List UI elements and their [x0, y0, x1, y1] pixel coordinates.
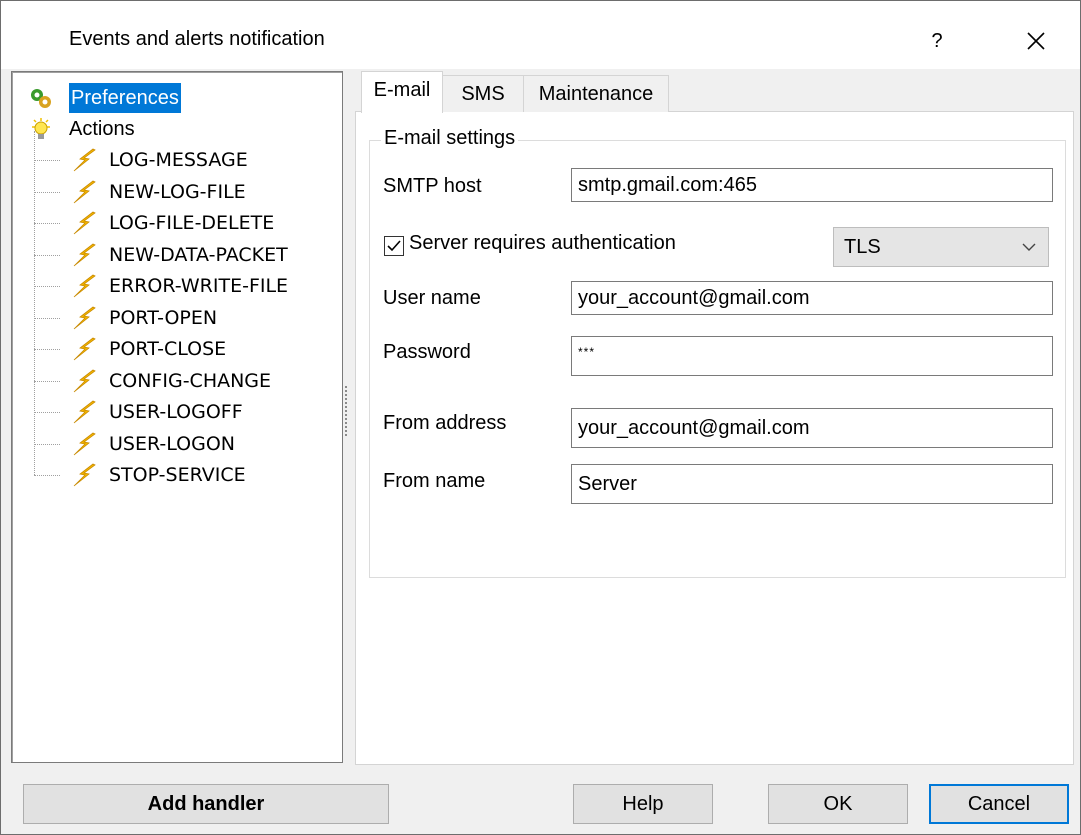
tree-connector-branch: [34, 286, 60, 287]
tree-node-label: USER-LOGOFF: [109, 401, 243, 423]
security-select-value: TLS: [844, 236, 881, 258]
tree-connector-branch: [34, 349, 60, 350]
username-label: User name: [383, 287, 481, 309]
from-name-label: From name: [383, 470, 486, 492]
lightning-bolt-icon: [71, 274, 96, 298]
lightning-bolt-icon: [71, 337, 96, 361]
password-input[interactable]: ***: [571, 336, 1053, 376]
auth-checkbox-label[interactable]: Server requires authentication: [409, 232, 676, 255]
tree-node-label: PORT-CLOSE: [109, 338, 227, 360]
tree-connector-branch: [34, 380, 60, 382]
tree-node-label: LOG-MESSAGE: [109, 149, 248, 171]
tree-connector-branch: [34, 317, 60, 319]
lightning-bolt-icon: [71, 369, 96, 392]
tree-node-label: STOP-SERVICE: [109, 464, 246, 486]
tree-node-label: NEW-DATA-PACKET: [109, 243, 288, 266]
tree-node-label: NEW-LOG-FILE: [109, 180, 246, 203]
tree-node-label: Preferences: [69, 83, 181, 113]
tree-node-label: LOG-FILE-DELETE: [109, 212, 275, 234]
lightning-bolt-icon: [71, 432, 96, 455]
tree-node-label: USER-LOGON: [109, 432, 236, 455]
lightning-bolt-icon: [71, 211, 96, 235]
lightning-bolt-icon: [71, 243, 96, 266]
from-address-input[interactable]: your_account@gmail.com: [571, 408, 1053, 448]
close-icon: [1027, 32, 1045, 50]
title-bar: Events and alerts notification ?: [1, 1, 1080, 69]
tab-email[interactable]: E-mail: [361, 71, 443, 113]
tree-connector-line: [34, 131, 35, 475]
lightning-bolt-icon: [71, 180, 96, 203]
window-title: Events and alerts notification: [69, 28, 325, 50]
tree-connector-branch: [34, 254, 60, 256]
tree-connector-branch: [34, 443, 60, 445]
tree-node-label: PORT-OPEN: [109, 306, 218, 329]
from-name-input[interactable]: Server: [571, 464, 1053, 504]
lightning-bolt-icon: [71, 463, 96, 487]
tree-node-label: CONFIG-CHANGE: [109, 369, 272, 392]
help-title-button[interactable]: ?: [917, 21, 957, 61]
smtp-host-label: SMTP host: [383, 175, 482, 197]
checkmark-icon: [387, 240, 401, 252]
chevron-down-icon: [1022, 243, 1036, 251]
security-select[interactable]: TLS: [833, 227, 1049, 267]
lightbulb-icon: [29, 117, 51, 139]
cancel-button[interactable]: Cancel: [929, 784, 1069, 824]
auth-checkbox[interactable]: [384, 236, 404, 256]
lightning-bolt-icon: [71, 306, 96, 329]
ok-button[interactable]: OK: [768, 784, 908, 824]
add-handler-button[interactable]: Add handler: [23, 784, 389, 824]
tree-connector-branch: [34, 160, 60, 161]
smtp-host-input[interactable]: smtp.gmail.com:465: [571, 168, 1053, 202]
dialog-window: Events and alerts notification ? Prefere…: [0, 0, 1081, 835]
lightning-bolt-icon: [71, 148, 96, 172]
close-button[interactable]: [1011, 19, 1061, 63]
tree-node-label: ERROR-WRITE-FILE: [109, 275, 289, 297]
group-title: E-mail settings: [381, 127, 519, 150]
tree-connector-branch: [34, 475, 60, 476]
tree-connector-branch: [34, 191, 60, 193]
tab-maintenance[interactable]: Maintenance: [523, 75, 669, 112]
tree-connector-branch: [34, 412, 60, 413]
password-label: Password: [383, 341, 471, 363]
tree-connector-branch: [34, 223, 60, 224]
preferences-icon: [29, 86, 51, 108]
lightning-bolt-icon: [71, 400, 96, 424]
from-address-label: From address: [383, 412, 507, 434]
splitter-handle[interactable]: [345, 386, 349, 436]
username-input[interactable]: your_account@gmail.com: [571, 281, 1053, 315]
tree-node-label: Actions: [69, 118, 135, 140]
help-button[interactable]: Help: [573, 784, 713, 824]
tab-sms[interactable]: SMS: [441, 75, 525, 112]
